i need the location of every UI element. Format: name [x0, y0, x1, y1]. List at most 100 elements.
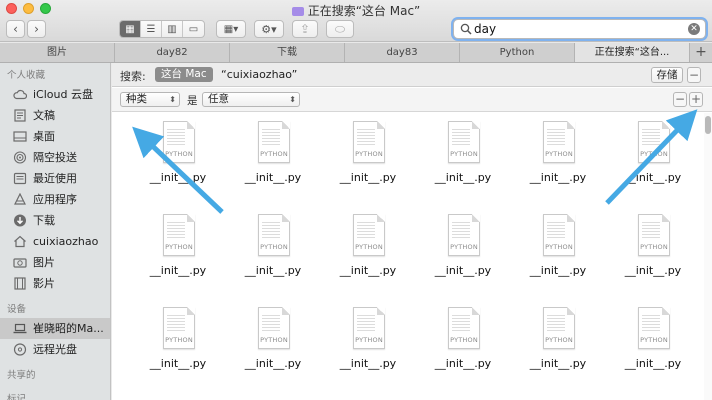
file-item[interactable]: PYTHON __init__.py	[136, 208, 220, 288]
file-item[interactable]: PYTHON __init__.py	[516, 301, 600, 381]
sidebar-item-remote-disc[interactable]: 远程光盘	[0, 339, 110, 360]
file-item[interactable]: PYTHON __init__.py	[231, 301, 315, 381]
criteria-value-popup[interactable]: 任意 ⬍	[202, 92, 300, 107]
criteria-operator-label: 是	[187, 95, 198, 107]
remove-criteria-button[interactable]: −	[673, 92, 687, 107]
file-kind-label: PYTHON	[355, 243, 383, 251]
vertical-scrollbar[interactable]	[704, 113, 712, 400]
python-file-icon: PYTHON	[353, 307, 385, 349]
file-preview-lines	[642, 127, 660, 147]
gallery-view-button[interactable]: ▭	[183, 21, 204, 37]
file-kind-label: PYTHON	[450, 336, 478, 344]
sidebar-item-movies[interactable]: 影片	[0, 273, 110, 294]
file-item[interactable]: PYTHON __init__.py	[136, 301, 220, 381]
tab-search[interactable]: 正在搜索“这台...	[575, 43, 690, 62]
sidebar-item-airdrop[interactable]: 隔空投送	[0, 147, 110, 168]
results-grid: PYTHON __init__.py PYTHON __init__.py PYTHON…	[112, 113, 704, 400]
column-view-button[interactable]: ▥	[162, 21, 183, 37]
file-item[interactable]: PYTHON __init__.py	[326, 208, 410, 288]
file-item[interactable]: PYTHON __init__.py	[611, 208, 695, 288]
search-field[interactable]: day ✕	[453, 19, 706, 39]
file-preview-lines	[642, 313, 660, 333]
file-item[interactable]: PYTHON __init__.py	[326, 115, 410, 195]
python-file-icon: PYTHON	[543, 307, 575, 349]
file-preview-lines	[262, 313, 280, 333]
file-item[interactable]: PYTHON __init__.py	[421, 208, 505, 288]
sidebar-item-downloads[interactable]: 下载	[0, 210, 110, 231]
tab-day83[interactable]: day83	[345, 43, 460, 62]
file-kind-label: PYTHON	[165, 150, 193, 158]
sidebar-item-label: 下载	[33, 214, 55, 227]
sidebar-item-recents[interactable]: 最近使用	[0, 168, 110, 189]
sidebar-item-applications[interactable]: 应用程序	[0, 189, 110, 210]
file-item[interactable]: PYTHON __init__.py	[421, 115, 505, 195]
file-kind-label: PYTHON	[640, 336, 668, 344]
python-file-icon: PYTHON	[353, 214, 385, 256]
file-kind-label: PYTHON	[545, 150, 573, 158]
search-input[interactable]: day	[474, 22, 496, 36]
file-name: __init__.py	[529, 357, 587, 370]
criteria-attribute-popup[interactable]: 种类 ⬍	[120, 92, 180, 107]
action-button[interactable]: ⚙▾	[254, 20, 284, 38]
file-preview-lines	[547, 220, 565, 240]
search-scope-bar: 搜索: 这台 Mac “cuixiaozhao” 存储 −	[112, 63, 712, 87]
share-button[interactable]: ⇪	[292, 20, 318, 38]
sidebar-item-icloud[interactable]: iCloud 云盘	[0, 84, 110, 105]
file-kind-label: PYTHON	[355, 336, 383, 344]
file-item[interactable]: PYTHON __init__.py	[516, 115, 600, 195]
file-item[interactable]: PYTHON __init__.py	[326, 301, 410, 381]
file-name: __init__.py	[339, 264, 397, 277]
clock-icon	[13, 172, 27, 185]
file-name: __init__.py	[624, 357, 682, 370]
file-preview-lines	[262, 220, 280, 240]
file-item[interactable]: PYTHON __init__.py	[136, 115, 220, 195]
file-name: __init__.py	[434, 357, 492, 370]
file-name: __init__.py	[529, 171, 587, 184]
sidebar-item-home[interactable]: cuixiaozhao	[0, 231, 110, 252]
python-file-icon: PYTHON	[638, 214, 670, 256]
sidebar-section-favorites: 个人收藏	[7, 70, 46, 81]
sidebar-item-this-mac[interactable]: 崔晓昭的Ma...	[0, 318, 110, 339]
tab-downloads[interactable]: 下载	[230, 43, 345, 62]
scope-this-mac-button[interactable]: 这台 Mac	[155, 67, 213, 82]
group-by-button[interactable]: ▦▾	[216, 20, 246, 38]
file-name: __init__.py	[244, 264, 302, 277]
sidebar-item-desktop[interactable]: 桌面	[0, 126, 110, 147]
sidebar-item-pictures[interactable]: 图片	[0, 252, 110, 273]
file-item[interactable]: PYTHON __init__.py	[231, 115, 315, 195]
file-item[interactable]: PYTHON __init__.py	[611, 115, 695, 195]
scope-user-folder-button[interactable]: “cuixiaozhao”	[216, 67, 302, 82]
remove-scope-button[interactable]: −	[687, 67, 701, 83]
sidebar-item-documents[interactable]: 文稿	[0, 105, 110, 126]
icon-view-icon: ▦	[125, 23, 135, 35]
save-search-button[interactable]: 存储	[651, 67, 683, 83]
file-item[interactable]: PYTHON __init__.py	[611, 301, 695, 381]
clear-search-icon[interactable]: ✕	[688, 23, 700, 35]
scrollbar-thumb[interactable]	[705, 116, 711, 134]
python-file-icon: PYTHON	[638, 307, 670, 349]
icon-view-button[interactable]: ▦	[120, 21, 141, 37]
new-tab-button[interactable]: +	[690, 43, 712, 62]
tab-pictures[interactable]: 图片	[0, 43, 115, 62]
file-preview-lines	[547, 313, 565, 333]
list-view-icon: ☰	[146, 23, 156, 35]
file-preview-lines	[357, 127, 375, 147]
sidebar-item-label: 隔空投送	[33, 151, 77, 164]
python-file-icon: PYTHON	[353, 121, 385, 163]
file-item[interactable]: PYTHON __init__.py	[516, 208, 600, 288]
file-kind-label: PYTHON	[640, 243, 668, 251]
file-item[interactable]: PYTHON __init__.py	[421, 301, 505, 381]
file-name: __init__.py	[624, 264, 682, 277]
back-button[interactable]: ‹	[6, 20, 25, 38]
home-icon	[14, 235, 26, 248]
tag-button[interactable]: ⬭	[326, 20, 354, 38]
add-criteria-button[interactable]: +	[689, 92, 703, 107]
file-kind-label: PYTHON	[640, 150, 668, 158]
file-item[interactable]: PYTHON __init__.py	[231, 208, 315, 288]
tab-python[interactable]: Python	[460, 43, 575, 62]
list-view-button[interactable]: ☰	[141, 21, 162, 37]
criteria-attribute-value: 种类	[126, 93, 147, 105]
tab-day82[interactable]: day82	[115, 43, 230, 62]
forward-button[interactable]: ›	[27, 20, 46, 38]
finder-window: 正在搜索“这台 Mac” ‹ › ▦ ☰ ▥ ▭ ▦▾ ⚙▾ ⇪ ⬭ day ✕…	[0, 0, 712, 400]
